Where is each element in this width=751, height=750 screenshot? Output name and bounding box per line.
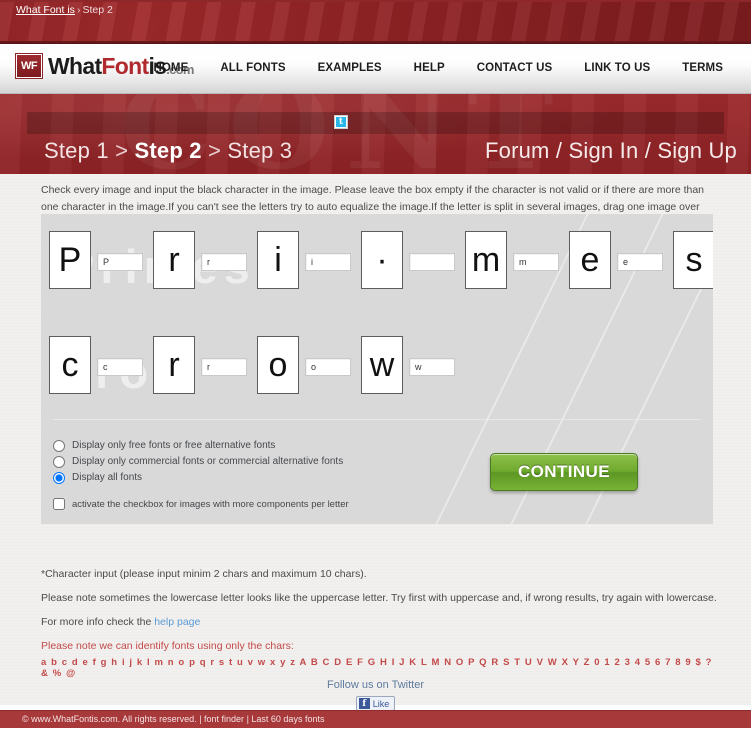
supported-characters-list: a b c d e f g h i j k l m n o p q r s t … bbox=[41, 657, 713, 679]
glyph-tile[interactable]: i bbox=[257, 231, 299, 289]
glyph-character-input[interactable] bbox=[617, 253, 663, 271]
option-label-free[interactable]: Display only free fonts or free alternat… bbox=[72, 440, 275, 451]
follow-section: Follow us on Twitter f Like bbox=[0, 679, 751, 711]
glyph-tile[interactable]: s bbox=[673, 231, 713, 289]
footer-text: © www.WhatFontis.com. All rights reserve… bbox=[22, 714, 324, 724]
glyph-tile[interactable]: m bbox=[465, 231, 507, 289]
glyph-tile[interactable]: e bbox=[569, 231, 611, 289]
glyph-tile[interactable]: r bbox=[153, 231, 195, 289]
footer-link-font-finder[interactable]: font finder bbox=[204, 714, 244, 724]
step-3-label: Step 3 bbox=[227, 138, 293, 163]
nav-item-help[interactable]: HELP bbox=[398, 62, 461, 74]
glyph-character-input[interactable] bbox=[97, 358, 143, 376]
glyph-workspace-panel: PrimesPri·mescrowcrow Display only free … bbox=[41, 214, 713, 524]
glyph-character-input[interactable] bbox=[409, 358, 455, 376]
option-row-commercial[interactable]: Display only commercial fonts or commerc… bbox=[53, 454, 343, 469]
account-links[interactable]: Forum / Sign In / Sign Up bbox=[485, 138, 737, 164]
help-page-link[interactable]: help page bbox=[154, 616, 200, 628]
continue-button[interactable]: CONTINUE bbox=[490, 453, 638, 491]
follow-label[interactable]: Follow us on Twitter bbox=[0, 679, 751, 691]
panel-divider bbox=[53, 419, 701, 420]
facebook-like-button[interactable]: f Like bbox=[355, 696, 396, 711]
footer-copyright: © www.WhatFontis.com. All rights reserve… bbox=[22, 714, 197, 724]
breadcrumb-current: Step 2 bbox=[82, 4, 113, 16]
note-more-info: For more info check the help page bbox=[41, 616, 721, 628]
glyph-tile[interactable]: o bbox=[257, 336, 299, 394]
logo-mark-icon: WF bbox=[15, 53, 43, 79]
note-more-info-pre: For more info check the bbox=[41, 616, 155, 628]
facebook-icon: f bbox=[358, 698, 370, 709]
glyph-character-input[interactable] bbox=[409, 253, 455, 271]
glyph-tile[interactable]: P bbox=[49, 231, 91, 289]
radio-all-fonts[interactable] bbox=[53, 471, 65, 484]
breadcrumb-root-link[interactable]: What Font is bbox=[16, 4, 75, 16]
step-separator-1: > bbox=[108, 138, 135, 163]
nav-item-terms[interactable]: TERMS bbox=[666, 62, 739, 74]
glyph-tile[interactable]: r bbox=[153, 336, 195, 394]
main-navigation: HOME ALL FONTS EXAMPLES HELP CONTACT US … bbox=[137, 62, 739, 74]
page-root: WF WhatFontis.com HOME ALL FONTS EXAMPLE… bbox=[0, 0, 751, 750]
account-links-text[interactable]: Forum / Sign In / Sign Up bbox=[485, 138, 737, 163]
logo-part-what: What bbox=[48, 52, 102, 79]
glyph-character-input[interactable] bbox=[97, 253, 143, 271]
nav-item-examples[interactable]: EXAMPLES bbox=[302, 62, 398, 74]
option-row-free[interactable]: Display only free fonts or free alternat… bbox=[53, 438, 343, 453]
radio-free-fonts[interactable] bbox=[53, 439, 65, 452]
twitter-glyph: t bbox=[336, 117, 346, 127]
footer-link-last-60-days[interactable]: Last 60 days fonts bbox=[251, 714, 324, 724]
glyph-character-input[interactable] bbox=[201, 358, 247, 376]
glyph-character-input[interactable] bbox=[305, 253, 351, 271]
note-case-hint: Please note sometimes the lowercase lett… bbox=[41, 592, 717, 604]
step-2-label: Step 2 bbox=[134, 138, 202, 163]
notes-section: *Character input (please input minim 2 c… bbox=[41, 568, 721, 679]
step-separator-2: > bbox=[201, 138, 228, 163]
nav-item-link-to-us[interactable]: LINK TO US bbox=[568, 62, 666, 74]
option-row-all[interactable]: Display all fonts bbox=[53, 470, 343, 485]
option-label-all[interactable]: Display all fonts bbox=[72, 472, 142, 483]
radio-commercial-fonts[interactable] bbox=[53, 455, 65, 468]
twitter-icon[interactable]: t bbox=[334, 115, 348, 129]
nav-item-home[interactable]: HOME bbox=[137, 62, 204, 74]
multi-component-checkbox-row[interactable]: activate the checkbox for images with mo… bbox=[53, 498, 349, 510]
facebook-like-label: Like bbox=[372, 698, 390, 709]
glyph-character-input[interactable] bbox=[201, 253, 247, 271]
multi-component-checkbox-label[interactable]: activate the checkbox for images with mo… bbox=[72, 499, 349, 510]
glyph-tile[interactable]: · bbox=[361, 231, 403, 289]
glyph-tile[interactable]: w bbox=[361, 336, 403, 394]
font-filter-options: Display only free fonts or free alternat… bbox=[53, 438, 343, 486]
nav-item-all-fonts[interactable]: ALL FONTS bbox=[204, 62, 301, 74]
note-character-input: *Character input (please input minim 2 c… bbox=[41, 568, 367, 580]
option-label-commercial[interactable]: Display only commercial fonts or commerc… bbox=[72, 456, 343, 467]
footer-sep-1: | bbox=[196, 714, 205, 724]
site-header: WF WhatFontis.com HOME ALL FONTS EXAMPLE… bbox=[0, 44, 751, 94]
glyph-character-input[interactable] bbox=[513, 253, 559, 271]
glyph-tile[interactable]: c bbox=[49, 336, 91, 394]
glyph-character-input[interactable] bbox=[305, 358, 351, 376]
step-indicator: Step 1 > Step 2 > Step 3 bbox=[44, 138, 292, 164]
nav-item-contact-us[interactable]: CONTACT US bbox=[461, 62, 569, 74]
breadcrumb: What Font is › Step 2 bbox=[16, 4, 113, 16]
breadcrumb-bar bbox=[27, 112, 724, 134]
note-supported-chars-warning: Please note we can identify fonts using … bbox=[41, 640, 294, 652]
site-footer: © www.WhatFontis.com. All rights reserve… bbox=[0, 710, 751, 728]
step-1-label[interactable]: Step 1 bbox=[44, 138, 109, 163]
multi-component-checkbox[interactable] bbox=[53, 498, 65, 510]
